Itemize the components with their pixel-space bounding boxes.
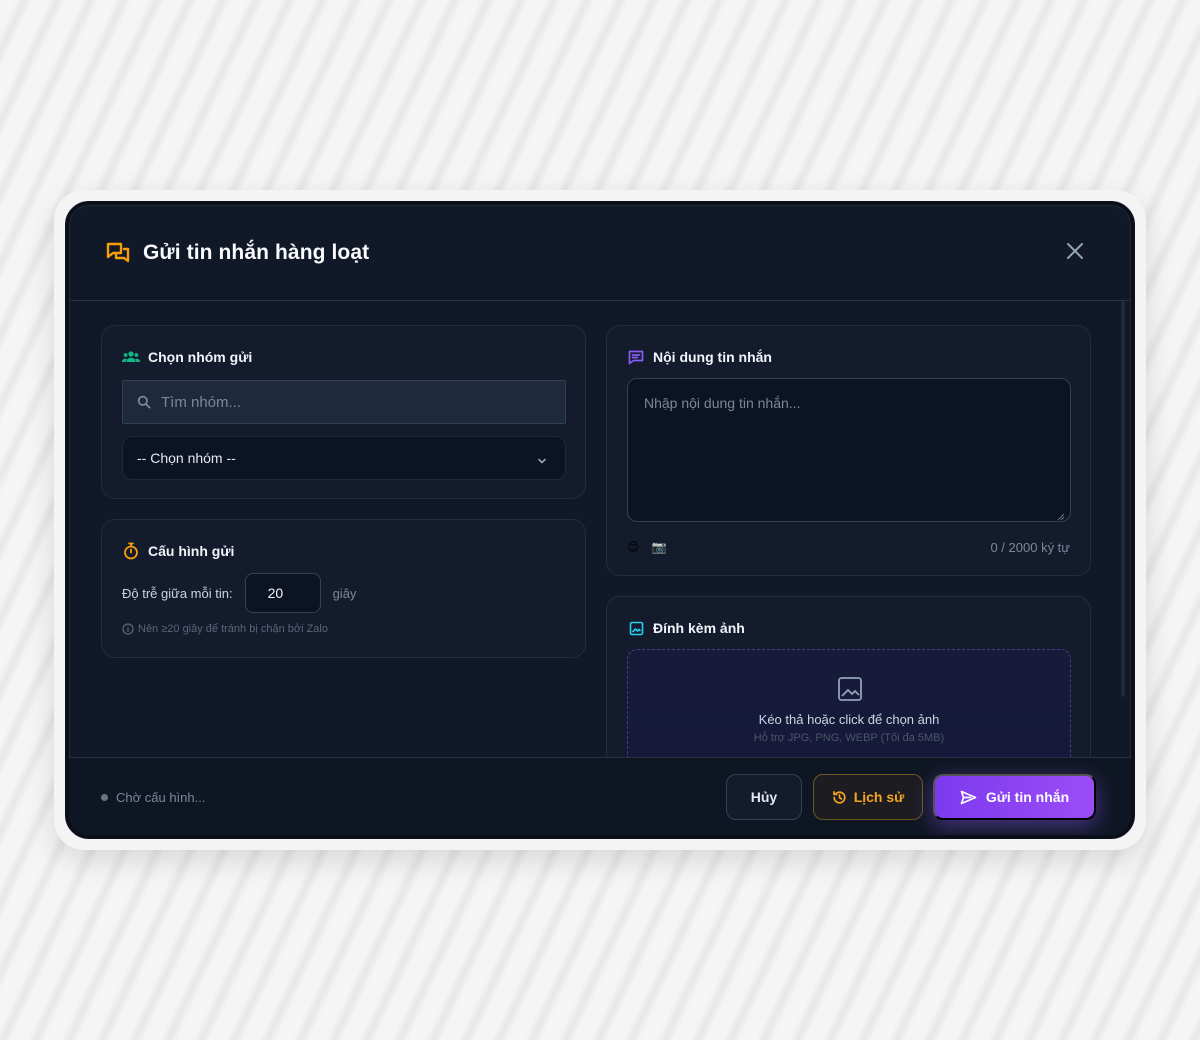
stopwatch-icon	[122, 542, 140, 560]
message-card: Nội dung tin nhắn 😊 📷 0 / 2000 ký tự	[606, 325, 1091, 576]
delay-hint-text: Nên ≥20 giây để tránh bị chặn bởi Zalo	[138, 623, 328, 635]
config-card: Cấu hình gửi Độ trễ giữa mỗi tin: giây N…	[101, 519, 586, 658]
delay-input[interactable]	[244, 573, 321, 613]
delay-row: Độ trễ giữa mỗi tin: giây	[122, 573, 356, 613]
message-card-title: Nội dung tin nhắn	[627, 348, 772, 366]
modal-title: Gửi tin nhắn hàng loạt	[143, 240, 370, 264]
history-button[interactable]: Lịch sử	[813, 774, 923, 820]
delay-unit: giây	[332, 585, 357, 601]
group-card-title-text: Chọn nhóm gửi	[148, 349, 253, 365]
dropzone-subtext: Hỗ trợ JPG, PNG, WEBP (Tối đa 5MB)	[753, 732, 945, 744]
delay-label: Độ trễ giữa mỗi tin:	[122, 585, 233, 601]
chevron-down-icon	[537, 453, 547, 469]
attach-card-title-text: Đính kèm ảnh	[653, 620, 745, 636]
camera-button[interactable]: 📷	[652, 540, 667, 554]
message-square-icon	[627, 348, 645, 366]
emoji-button[interactable]: 😊	[627, 540, 640, 554]
group-search-box[interactable]	[122, 380, 566, 424]
message-textarea[interactable]	[627, 378, 1071, 522]
modal-body: Chọn nhóm gửi -- Chọn nhóm --	[69, 301, 1131, 757]
group-select[interactable]: -- Chọn nhóm --	[122, 436, 566, 480]
history-icon	[832, 790, 847, 805]
chat-bubbles-icon	[105, 240, 131, 266]
group-card-title: Chọn nhóm gửi	[122, 348, 252, 366]
history-button-label: Lịch sử	[853, 789, 905, 805]
config-card-title-text: Cấu hình gửi	[148, 543, 235, 559]
group-search-input[interactable]	[161, 393, 541, 411]
resize-grip-icon[interactable]	[1057, 508, 1065, 526]
cancel-button[interactable]: Hủy	[726, 774, 802, 820]
close-button[interactable]	[1063, 239, 1087, 263]
modal-footer: Chờ cấu hình... Hủy Lịch sử Gửi tin nhắn	[69, 757, 1131, 835]
bulk-message-modal: Gửi tin nhắn hàng loạt Chọn nhóm gửi Tìm…	[65, 201, 1135, 839]
users-icon	[122, 348, 140, 366]
dropzone-text: Kéo thả hoặc click để chọn ảnh	[758, 712, 940, 727]
emoji-icon: 😊	[627, 540, 640, 554]
char-counter: 0 / 2000 ký tự	[990, 540, 1070, 555]
attach-card-title: Đính kèm ảnh	[627, 619, 745, 637]
group-card: Chọn nhóm gửi -- Chọn nhóm --	[101, 325, 586, 499]
image-placeholder-icon	[837, 676, 863, 707]
image-dropzone[interactable]: Kéo thả hoặc click để chọn ảnh Hỗ trợ JP…	[627, 649, 1071, 757]
delay-hint: Nên ≥20 giây để tránh bị chặn bởi Zalo	[122, 623, 328, 635]
send-button[interactable]: Gửi tin nhắn	[933, 774, 1096, 820]
message-card-title-text: Nội dung tin nhắn	[653, 349, 772, 365]
group-select-value: -- Chọn nhóm --	[137, 450, 236, 466]
status-indicator: Chờ cấu hình...	[101, 790, 205, 805]
send-button-label: Gửi tin nhắn	[985, 789, 1070, 805]
status-text: Chờ cấu hình...	[116, 790, 206, 805]
message-tools: 😊 📷	[627, 540, 666, 554]
status-dot	[101, 794, 108, 801]
cancel-button-label: Hủy	[750, 789, 778, 805]
camera-icon: 📷	[651, 540, 667, 554]
modal-header: Gửi tin nhắn hàng loạt	[69, 205, 1131, 301]
attach-card: Đính kèm ảnh Kéo thả hoặc click để chọn …	[606, 596, 1091, 757]
close-icon	[1067, 243, 1083, 259]
image-icon	[627, 619, 645, 637]
info-icon	[122, 623, 134, 635]
config-card-title: Cấu hình gửi	[122, 542, 234, 560]
search-icon	[137, 395, 151, 409]
send-icon	[960, 790, 977, 805]
